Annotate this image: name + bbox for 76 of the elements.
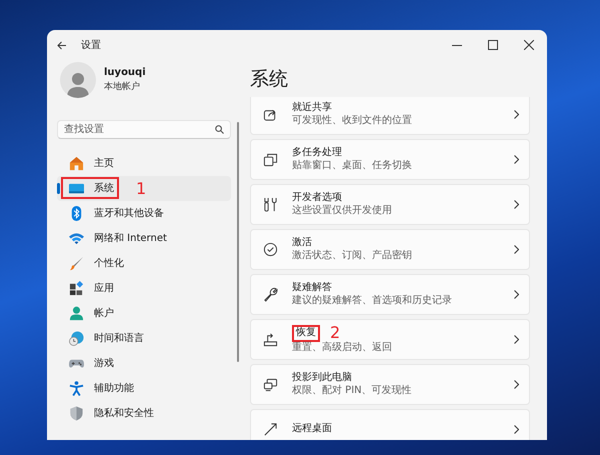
search-field[interactable]: 查找设置 <box>57 120 231 139</box>
check-circle-icon <box>263 242 278 257</box>
sidebar-item[interactable]: 帐户 <box>57 301 231 326</box>
close-icon[interactable] <box>524 40 534 50</box>
card-title: 恢复 <box>292 325 320 342</box>
page-title: 系统 <box>250 70 289 89</box>
paintbrush-icon <box>69 256 84 271</box>
card-title: 激活 <box>292 237 312 250</box>
wifi-icon <box>69 231 84 246</box>
settings-card[interactable]: 恢复 2 重置、高级启动、返回 <box>250 319 530 360</box>
sidebar-item[interactable]: 辅助功能 <box>57 376 231 401</box>
globe-clock-icon <box>69 331 84 346</box>
selection-indicator <box>57 183 60 194</box>
chevron-right-icon <box>514 335 519 344</box>
card-subtitle: 重置、高级启动、返回 <box>292 342 392 354</box>
search-icon <box>215 125 224 134</box>
back-arrow-icon[interactable] <box>57 40 67 50</box>
projector-icon <box>263 377 278 392</box>
account-type: 本地帐户 <box>104 81 141 94</box>
minimize-icon[interactable] <box>452 44 462 46</box>
card-subtitle: 建议的疑难解答、首选项和历史记录 <box>292 294 452 307</box>
chevron-right-icon <box>514 380 519 389</box>
card-subtitle: 贴靠窗口、桌面、任务切换 <box>292 160 412 172</box>
overlapping-windows-icon <box>263 152 278 167</box>
card-subtitle: 激活状态、订阅、产品密钥 <box>292 250 412 262</box>
card-title: 开发者选项 <box>292 192 342 204</box>
chevron-right-icon <box>514 200 519 209</box>
sidebar-item[interactable]: 时间和语言 <box>57 326 231 351</box>
accessibility-icon <box>69 381 84 396</box>
settings-card[interactable]: 多任务处理 贴靠窗口、桌面、任务切换 <box>250 139 530 180</box>
settings-card[interactable]: 疑难解答 建议的疑难解答、首选项和历史记录 <box>250 274 530 315</box>
settings-card[interactable]: 投影到此电脑 权限、配对 PIN、可发现性 <box>250 364 530 405</box>
monitor-icon <box>69 181 84 196</box>
card-title: 投影到此电脑 <box>292 372 352 384</box>
account-name: luyouqi <box>104 66 146 80</box>
chevron-right-icon <box>514 425 519 434</box>
share-icon <box>263 107 278 122</box>
settings-card[interactable]: 就近共享 可发现性、收到文件的位置 <box>250 97 530 135</box>
settings-card[interactable]: 开发者选项 这些设置仅供开发使用 <box>250 184 530 225</box>
wrench-icon <box>263 287 278 302</box>
card-title: 疑难解答 <box>292 282 332 294</box>
recovery-icon <box>263 332 278 347</box>
sidebar-item[interactable]: 隐私和安全性 <box>57 401 231 426</box>
shield-icon <box>69 406 84 421</box>
maximize-icon[interactable] <box>488 40 498 50</box>
chevron-right-icon <box>514 155 519 164</box>
person-icon <box>69 306 84 321</box>
card-subtitle: 权限、配对 PIN、可发现性 <box>292 384 412 397</box>
home-icon <box>69 156 84 171</box>
apps-icon <box>69 281 84 296</box>
sidebar-item[interactable]: 游戏 <box>57 351 231 376</box>
sidebar-item[interactable]: 蓝牙和其他设备 <box>57 201 231 226</box>
highlight-frame <box>61 177 119 199</box>
sidebar-item[interactable]: 主页 <box>57 151 231 176</box>
tools-icon <box>263 197 278 212</box>
card-title: 就近共享 <box>292 102 332 114</box>
bluetooth-icon <box>69 206 84 221</box>
avatar-icon <box>60 62 96 98</box>
sidebar-item[interactable]: 应用 <box>57 276 231 301</box>
sidebar-item[interactable]: 个性化 <box>57 251 231 276</box>
chevron-right-icon <box>514 245 519 254</box>
annotation-number: 1 <box>136 180 146 196</box>
scrollbar[interactable] <box>237 122 239 362</box>
card-subtitle: 可发现性、收到文件的位置 <box>292 114 412 127</box>
settings-card[interactable]: 远程桌面 <box>250 409 530 440</box>
sidebar-item[interactable]: 系统 1 <box>57 176 231 201</box>
settings-card[interactable]: 激活 激活状态、订阅、产品密钥 <box>250 229 530 270</box>
card-subtitle: 这些设置仅供开发使用 <box>292 204 392 217</box>
annotation-number: 2 <box>330 325 340 342</box>
card-title: 远程桌面 <box>292 423 332 436</box>
chevron-right-icon <box>514 290 519 299</box>
card-title: 多任务处理 <box>292 147 342 160</box>
chevron-right-icon <box>514 110 519 119</box>
remote-desktop-icon <box>263 422 278 437</box>
window-title: 设置 <box>81 38 101 52</box>
sidebar-item[interactable]: 网络和 Internet <box>57 226 231 251</box>
